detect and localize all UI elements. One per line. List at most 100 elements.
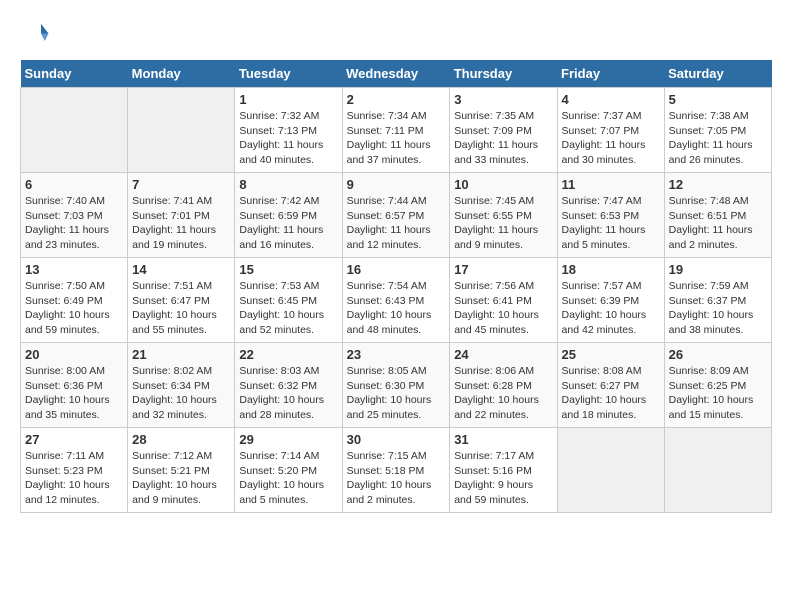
day-number: 3 — [454, 92, 552, 107]
day-detail: Sunrise: 8:03 AM Sunset: 6:32 PM Dayligh… — [239, 364, 337, 423]
day-cell: 27 Sunrise: 7:11 AM Sunset: 5:23 PM Dayli… — [21, 428, 128, 513]
day-number: 14 — [132, 262, 230, 277]
day-cell: 9 Sunrise: 7:44 AM Sunset: 6:57 PM Daylig… — [342, 173, 450, 258]
day-number: 26 — [669, 347, 767, 362]
day-cell: 26 Sunrise: 8:09 AM Sunset: 6:25 PM Dayli… — [664, 343, 771, 428]
day-cell: 6 Sunrise: 7:40 AM Sunset: 7:03 PM Daylig… — [21, 173, 128, 258]
header-cell-monday: Monday — [128, 60, 235, 88]
day-cell: 19 Sunrise: 7:59 AM Sunset: 6:37 PM Dayli… — [664, 258, 771, 343]
day-detail: Sunrise: 7:38 AM Sunset: 7:05 PM Dayligh… — [669, 109, 767, 168]
day-number: 1 — [239, 92, 337, 107]
day-number: 4 — [562, 92, 660, 107]
day-detail: Sunrise: 7:14 AM Sunset: 5:20 PM Dayligh… — [239, 449, 337, 508]
day-detail: Sunrise: 7:11 AM Sunset: 5:23 PM Dayligh… — [25, 449, 123, 508]
week-row-5: 27 Sunrise: 7:11 AM Sunset: 5:23 PM Dayli… — [21, 428, 772, 513]
day-number: 11 — [562, 177, 660, 192]
day-detail: Sunrise: 7:12 AM Sunset: 5:21 PM Dayligh… — [132, 449, 230, 508]
day-detail: Sunrise: 7:56 AM Sunset: 6:41 PM Dayligh… — [454, 279, 552, 338]
page-header — [20, 20, 772, 50]
day-number: 23 — [347, 347, 446, 362]
day-cell: 22 Sunrise: 8:03 AM Sunset: 6:32 PM Dayli… — [235, 343, 342, 428]
week-row-2: 6 Sunrise: 7:40 AM Sunset: 7:03 PM Daylig… — [21, 173, 772, 258]
day-detail: Sunrise: 7:50 AM Sunset: 6:49 PM Dayligh… — [25, 279, 123, 338]
day-detail: Sunrise: 8:08 AM Sunset: 6:27 PM Dayligh… — [562, 364, 660, 423]
day-detail: Sunrise: 7:40 AM Sunset: 7:03 PM Dayligh… — [25, 194, 123, 253]
day-cell: 31 Sunrise: 7:17 AM Sunset: 5:16 PM Dayli… — [450, 428, 557, 513]
day-cell: 3 Sunrise: 7:35 AM Sunset: 7:09 PM Daylig… — [450, 88, 557, 173]
day-detail: Sunrise: 7:45 AM Sunset: 6:55 PM Dayligh… — [454, 194, 552, 253]
day-detail: Sunrise: 7:17 AM Sunset: 5:16 PM Dayligh… — [454, 449, 552, 508]
header-cell-tuesday: Tuesday — [235, 60, 342, 88]
day-number: 19 — [669, 262, 767, 277]
day-cell: 16Sunrise: 7:54 AM Sunset: 6:43 PM Dayli… — [342, 258, 450, 343]
day-cell: 10 Sunrise: 7:45 AM Sunset: 6:55 PM Dayli… — [450, 173, 557, 258]
day-detail: Sunrise: 8:06 AM Sunset: 6:28 PM Dayligh… — [454, 364, 552, 423]
day-number: 10 — [454, 177, 552, 192]
header-cell-wednesday: Wednesday — [342, 60, 450, 88]
day-cell: 13Sunrise: 7:50 AM Sunset: 6:49 PM Dayli… — [21, 258, 128, 343]
day-cell: 24 Sunrise: 8:06 AM Sunset: 6:28 PM Dayli… — [450, 343, 557, 428]
day-cell: 18 Sunrise: 7:57 AM Sunset: 6:39 PM Dayli… — [557, 258, 664, 343]
day-detail: Sunrise: 7:44 AM Sunset: 6:57 PM Dayligh… — [347, 194, 446, 253]
day-cell: 20 Sunrise: 8:00 AM Sunset: 6:36 PM Dayli… — [21, 343, 128, 428]
day-detail: Sunrise: 7:42 AM Sunset: 6:59 PM Dayligh… — [239, 194, 337, 253]
day-cell: 8Sunrise: 7:42 AM Sunset: 6:59 PM Daylig… — [235, 173, 342, 258]
day-cell: 21 Sunrise: 8:02 AM Sunset: 6:34 PM Dayli… — [128, 343, 235, 428]
day-cell: 17 Sunrise: 7:56 AM Sunset: 6:41 PM Dayli… — [450, 258, 557, 343]
header-cell-saturday: Saturday — [664, 60, 771, 88]
day-number: 18 — [562, 262, 660, 277]
header-cell-sunday: Sunday — [21, 60, 128, 88]
week-row-3: 13Sunrise: 7:50 AM Sunset: 6:49 PM Dayli… — [21, 258, 772, 343]
header-cell-thursday: Thursday — [450, 60, 557, 88]
day-number: 22 — [239, 347, 337, 362]
day-detail: Sunrise: 7:53 AM Sunset: 6:45 PM Dayligh… — [239, 279, 337, 338]
day-detail: Sunrise: 7:48 AM Sunset: 6:51 PM Dayligh… — [669, 194, 767, 253]
day-cell: 1 Sunrise: 7:32 AM Sunset: 7:13 PM Daylig… — [235, 88, 342, 173]
day-detail: Sunrise: 7:32 AM Sunset: 7:13 PM Dayligh… — [239, 109, 337, 168]
day-number: 20 — [25, 347, 123, 362]
logo-icon — [20, 20, 50, 50]
day-cell — [128, 88, 235, 173]
day-cell: 11Sunrise: 7:47 AM Sunset: 6:53 PM Dayli… — [557, 173, 664, 258]
day-detail: Sunrise: 7:35 AM Sunset: 7:09 PM Dayligh… — [454, 109, 552, 168]
day-cell: 5 Sunrise: 7:38 AM Sunset: 7:05 PM Daylig… — [664, 88, 771, 173]
day-cell: 7 Sunrise: 7:41 AM Sunset: 7:01 PM Daylig… — [128, 173, 235, 258]
day-number: 6 — [25, 177, 123, 192]
header-row: SundayMondayTuesdayWednesdayThursdayFrid… — [21, 60, 772, 88]
day-cell: 30Sunrise: 7:15 AM Sunset: 5:18 PM Dayli… — [342, 428, 450, 513]
day-detail: Sunrise: 8:00 AM Sunset: 6:36 PM Dayligh… — [25, 364, 123, 423]
day-detail: Sunrise: 7:57 AM Sunset: 6:39 PM Dayligh… — [562, 279, 660, 338]
day-detail: Sunrise: 7:59 AM Sunset: 6:37 PM Dayligh… — [669, 279, 767, 338]
day-number: 12 — [669, 177, 767, 192]
day-number: 9 — [347, 177, 446, 192]
day-number: 16 — [347, 262, 446, 277]
day-number: 21 — [132, 347, 230, 362]
day-number: 15 — [239, 262, 337, 277]
day-detail: Sunrise: 8:02 AM Sunset: 6:34 PM Dayligh… — [132, 364, 230, 423]
day-cell: 29 Sunrise: 7:14 AM Sunset: 5:20 PM Dayli… — [235, 428, 342, 513]
day-number: 17 — [454, 262, 552, 277]
day-detail: Sunrise: 7:51 AM Sunset: 6:47 PM Dayligh… — [132, 279, 230, 338]
day-number: 27 — [25, 432, 123, 447]
calendar-table: SundayMondayTuesdayWednesdayThursdayFrid… — [20, 60, 772, 513]
day-cell: 28 Sunrise: 7:12 AM Sunset: 5:21 PM Dayli… — [128, 428, 235, 513]
day-cell — [21, 88, 128, 173]
day-detail: Sunrise: 7:41 AM Sunset: 7:01 PM Dayligh… — [132, 194, 230, 253]
day-detail: Sunrise: 7:15 AM Sunset: 5:18 PM Dayligh… — [347, 449, 446, 508]
day-number: 5 — [669, 92, 767, 107]
day-number: 29 — [239, 432, 337, 447]
day-number: 28 — [132, 432, 230, 447]
day-number: 31 — [454, 432, 552, 447]
day-number: 7 — [132, 177, 230, 192]
logo — [20, 20, 55, 50]
day-number: 25 — [562, 347, 660, 362]
day-cell: 14 Sunrise: 7:51 AM Sunset: 6:47 PM Dayli… — [128, 258, 235, 343]
day-cell — [664, 428, 771, 513]
day-cell — [557, 428, 664, 513]
day-number: 24 — [454, 347, 552, 362]
day-cell: 12 Sunrise: 7:48 AM Sunset: 6:51 PM Dayli… — [664, 173, 771, 258]
day-detail: Sunrise: 8:09 AM Sunset: 6:25 PM Dayligh… — [669, 364, 767, 423]
day-cell: 23 Sunrise: 8:05 AM Sunset: 6:30 PM Dayli… — [342, 343, 450, 428]
day-detail: Sunrise: 8:05 AM Sunset: 6:30 PM Dayligh… — [347, 364, 446, 423]
header-cell-friday: Friday — [557, 60, 664, 88]
